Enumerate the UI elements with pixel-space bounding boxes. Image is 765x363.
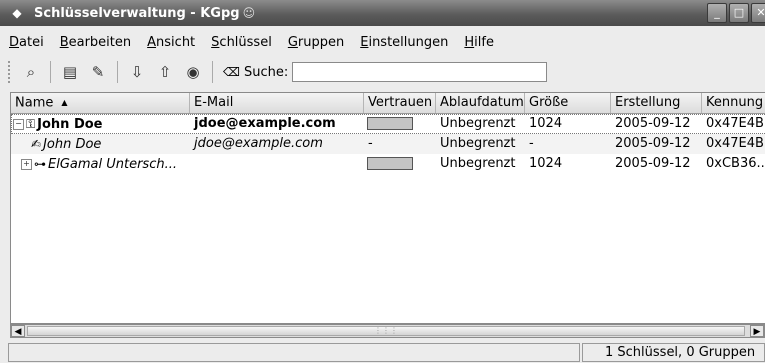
close-button[interactable]: ✕: [751, 3, 765, 23]
export-key-icon[interactable]: ⇧: [154, 61, 176, 83]
list-header: Name ▲ E-Mail Vertrauen Ablaufdatum Größe…: [11, 93, 765, 114]
key-name: John Doe: [37, 117, 103, 132]
menu-bearbeiten[interactable]: Bearbeiten: [51, 35, 138, 50]
key-created: 2005-09-12: [615, 116, 691, 131]
subkey-name: ElGamal Untersch...: [48, 157, 177, 172]
scrollbar-thumb[interactable]: ⋮⋮⋮: [27, 326, 745, 336]
key-list[interactable]: Name ▲ E-Mail Vertrauen Ablaufdatum Größe…: [10, 92, 765, 324]
import-key-icon[interactable]: ⇩: [126, 61, 148, 83]
kgpg-window: ◆ Schlüsselverwaltung - KGpg ☺ _ □ ✕ Dat…: [0, 0, 765, 363]
subkey-size: 1024: [529, 156, 563, 171]
window-title: Schlüsselverwaltung - KGpg: [34, 5, 240, 21]
toolbar-separator: [117, 61, 118, 83]
menubar: Datei Bearbeiten Ansicht Schlüssel Grupp…: [0, 31, 501, 53]
uid-trust: -: [368, 136, 373, 151]
collapse-icon[interactable]: −: [13, 119, 24, 130]
horizontal-scrollbar[interactable]: ◀ ⋮⋮⋮ ▶: [10, 324, 765, 338]
maximize-button[interactable]: □: [729, 3, 749, 23]
scroll-right-button[interactable]: ▶: [750, 325, 764, 337]
uid-created: 2005-09-12: [615, 136, 691, 151]
search-keyserver-icon[interactable]: ⌕: [20, 61, 42, 83]
menu-schluessel[interactable]: Schlüssel: [202, 35, 279, 50]
uid-size: -: [529, 136, 534, 151]
key-id: 0x47E4B...: [706, 116, 765, 131]
toolbar: ⌕ ▤ ✎ ⇩ ⇧ ◉ ⌫ Suche:: [0, 56, 765, 88]
keypair-icon: ⚿: [26, 117, 36, 131]
column-header-trust[interactable]: Vertrauen: [364, 93, 436, 113]
column-header-name[interactable]: Name ▲: [11, 93, 190, 113]
search-input[interactable]: [292, 62, 548, 82]
user-id-icon: ✍: [31, 137, 42, 151]
column-header-size[interactable]: Größe: [525, 93, 611, 113]
menu-datei[interactable]: Datei: [0, 35, 51, 50]
table-row[interactable]: ✍ John Doe jdoe@example.com - Unbegrenzt …: [11, 134, 765, 154]
key-properties-icon[interactable]: ▤: [59, 61, 81, 83]
column-header-id[interactable]: Kennung: [702, 93, 765, 113]
expand-icon[interactable]: +: [21, 159, 32, 170]
uid-expiry: Unbegrenzt: [440, 136, 516, 151]
subkey-expiry: Unbegrenzt: [440, 156, 516, 171]
clear-search-icon[interactable]: ⌫: [223, 65, 240, 79]
menu-ansicht[interactable]: Ansicht: [138, 35, 202, 50]
kgpg-app-icon[interactable]: ◆: [6, 6, 28, 20]
uid-id: 0x47E4B...: [706, 136, 765, 151]
menu-gruppen[interactable]: Gruppen: [279, 35, 351, 50]
trust-indicator: [367, 117, 413, 130]
status-bar: 1 Schlüssel, 0 Gruppen: [0, 341, 765, 363]
status-key-count: 1 Schlüssel, 0 Gruppen: [582, 343, 765, 362]
column-header-email[interactable]: E-Mail: [190, 93, 364, 113]
table-row[interactable]: + ⊶ ElGamal Untersch... Unbegrenzt 1024 20…: [11, 154, 765, 174]
search-label[interactable]: ⌫ Suche:: [223, 65, 288, 80]
menu-einstellungen[interactable]: Einstellungen: [351, 35, 455, 50]
toolbar-separator: [50, 61, 51, 83]
subkey-created: 2005-09-12: [615, 156, 691, 171]
key-size: 1024: [529, 116, 563, 131]
subkey-email: [190, 154, 364, 174]
menu-hilfe[interactable]: Hilfe: [455, 35, 501, 50]
table-row[interactable]: − ⚿ John Doe jdoe@example.com Unbegrenzt 1…: [11, 114, 765, 134]
toolbar-grip[interactable]: [8, 61, 14, 83]
toolbar-separator: [212, 61, 213, 83]
key-email: jdoe@example.com: [194, 116, 336, 131]
scroll-left-button[interactable]: ◀: [11, 325, 25, 337]
keyserver-icon[interactable]: ◉: [182, 61, 204, 83]
edit-key-icon[interactable]: ✎: [87, 61, 109, 83]
subkey-icon: ⊶: [34, 157, 46, 171]
uid-email: jdoe@example.com: [194, 136, 323, 151]
column-header-expiry[interactable]: Ablaufdatum: [436, 93, 525, 113]
column-header-created[interactable]: Erstellung: [611, 93, 702, 113]
title-symbol-icon: ☺: [242, 6, 256, 20]
title-bar[interactable]: ◆ Schlüsselverwaltung - KGpg ☺ _ □ ✕: [0, 0, 765, 26]
uid-name: John Doe: [43, 137, 102, 152]
subkey-id: 0xCB36...: [706, 156, 765, 171]
trust-indicator: [367, 157, 413, 170]
status-message: [8, 343, 580, 362]
key-expiry: Unbegrenzt: [440, 116, 516, 131]
sort-ascending-icon: ▲: [61, 98, 68, 107]
minimize-button[interactable]: _: [707, 3, 727, 23]
